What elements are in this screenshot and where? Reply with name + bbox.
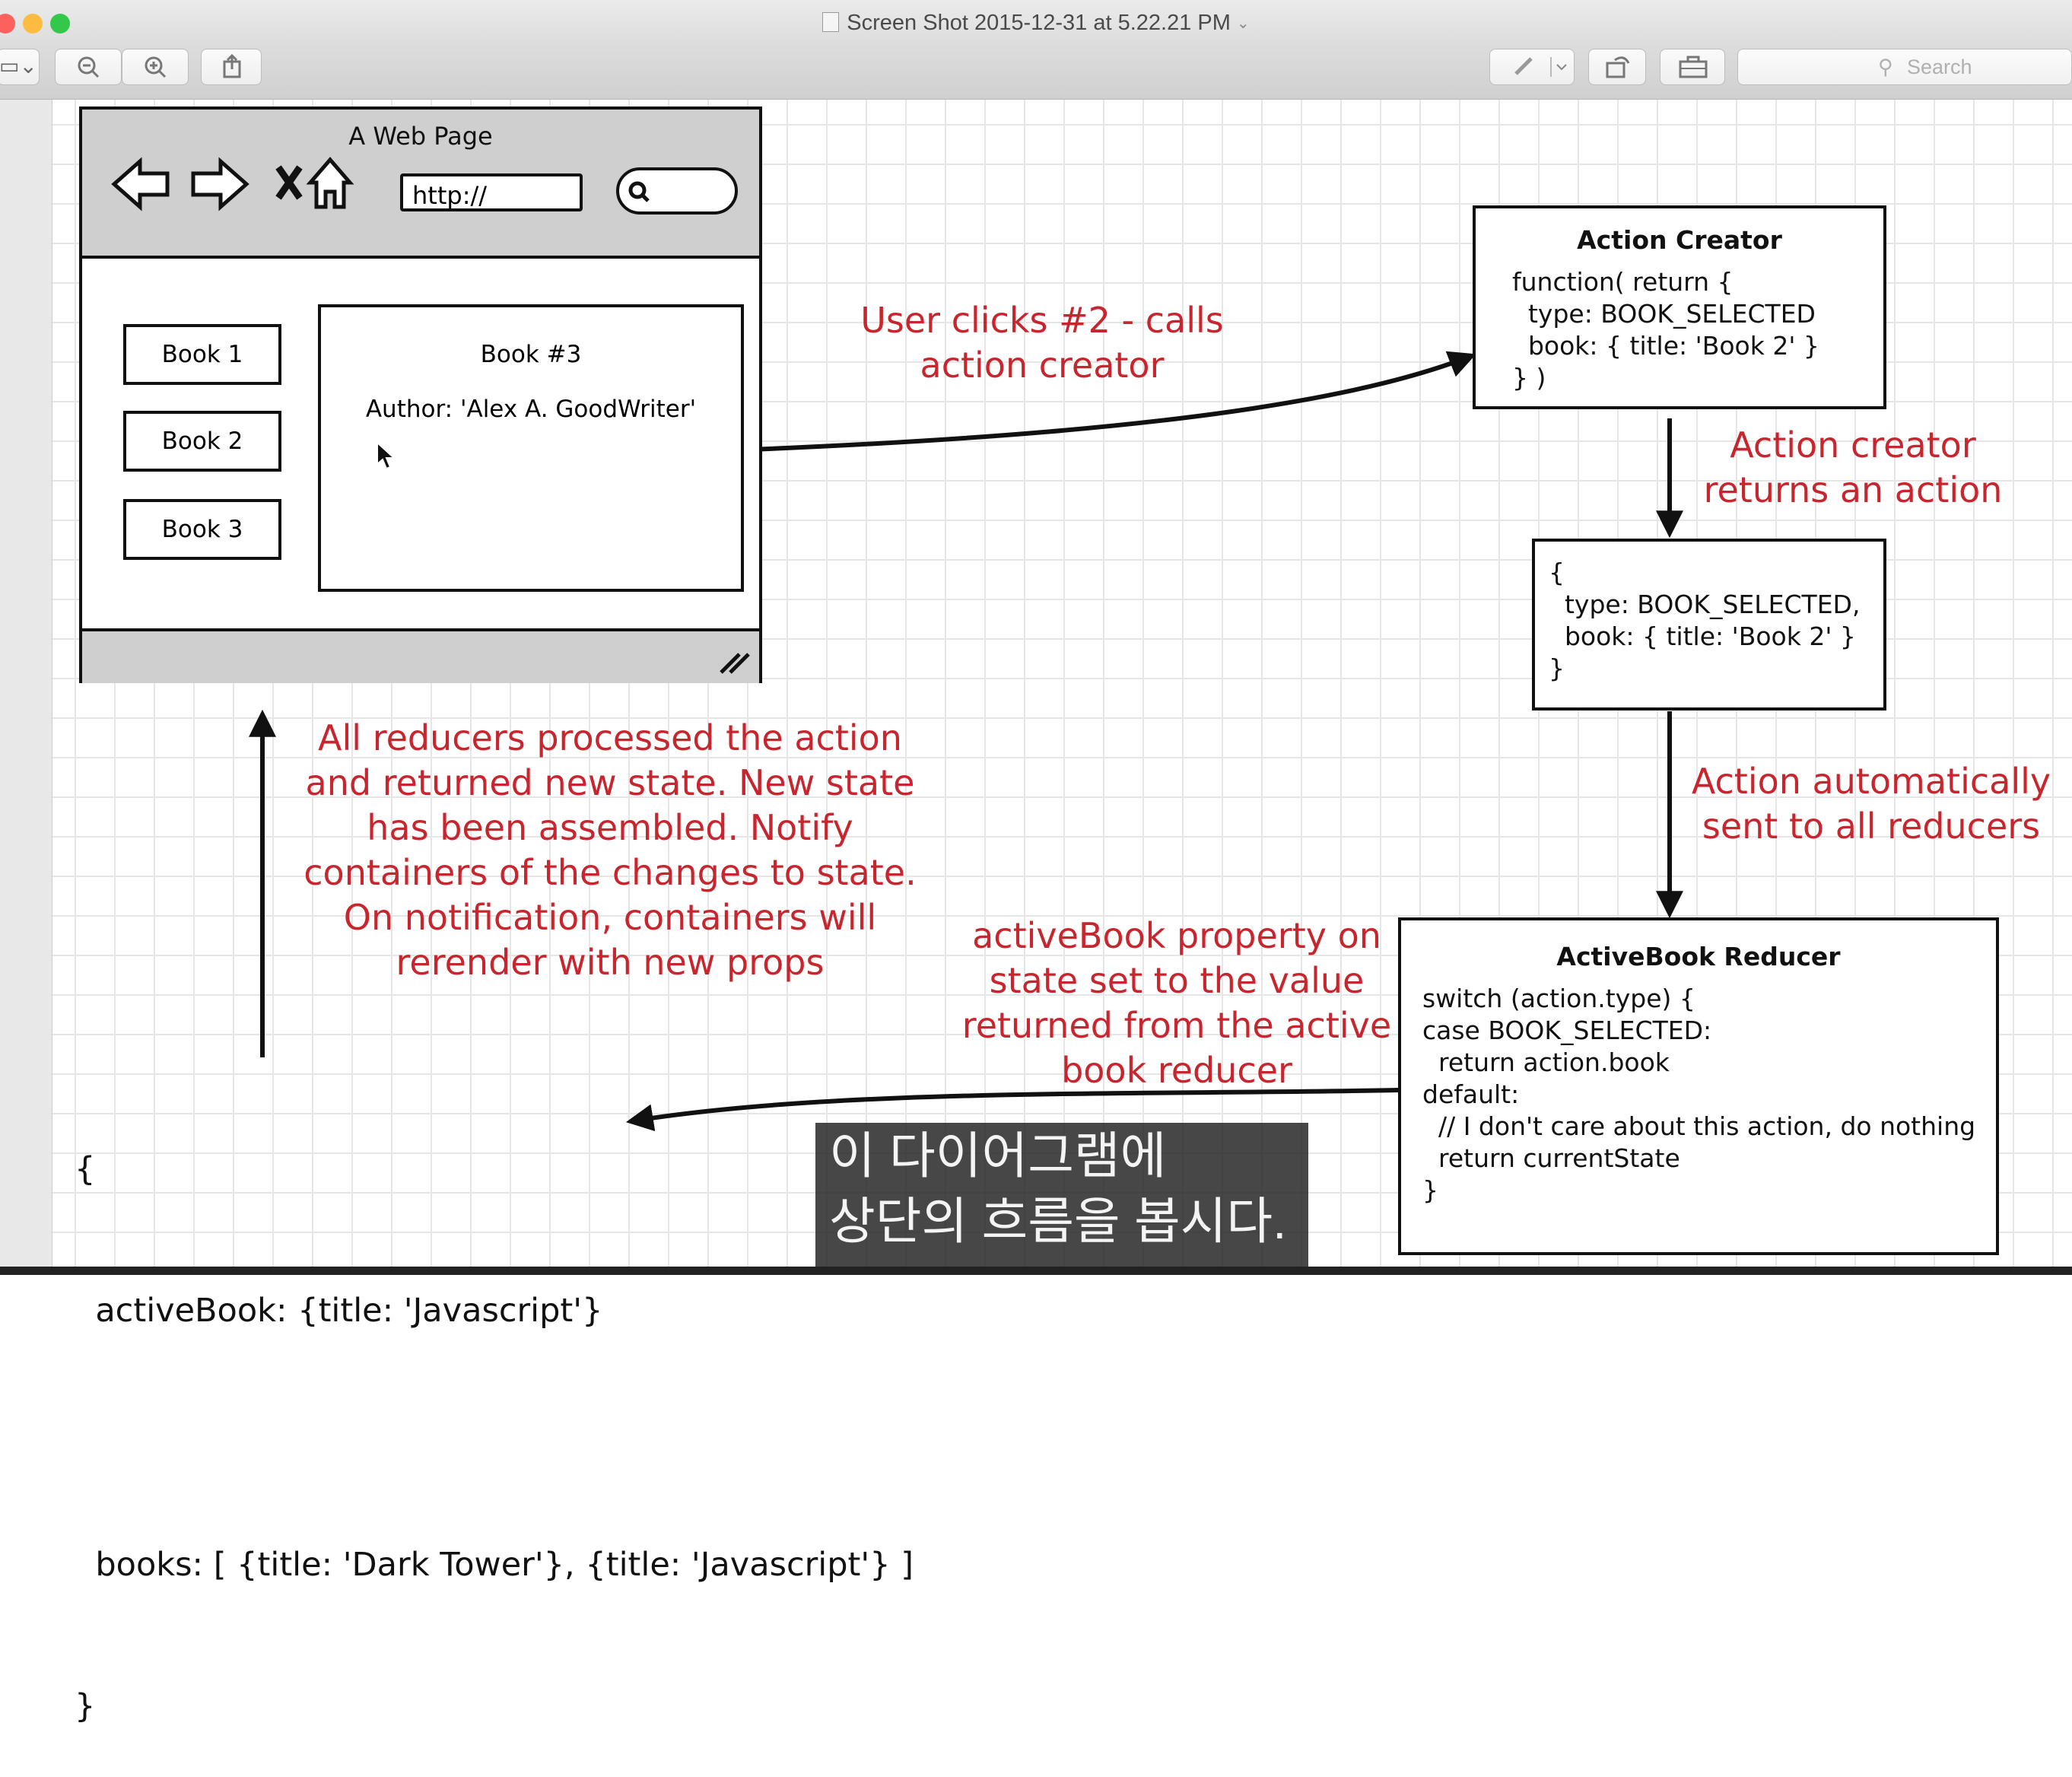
browser-chrome: A Web Page http:// <box>82 110 759 259</box>
app-state-code: { activeBook: {title: 'Javascript'} book… <box>75 1051 914 1777</box>
state-line: activeBook: {title: 'Javascript'} <box>75 1292 603 1330</box>
mouse-cursor-icon <box>377 441 396 470</box>
book-detail-author: Author: 'Alex A. GoodWriter' <box>365 396 697 423</box>
book-button-2[interactable]: Book 2 <box>123 411 281 472</box>
web-page-mockup: A Web Page http:// Book 1 Book 2 Book 3 … <box>79 106 762 683</box>
bottom-edge <box>0 1267 2072 1275</box>
subtitle-line: 상단의 흐름을 봅시다. <box>829 1193 1287 1249</box>
action-creator-title: Action Creator <box>1577 225 1782 255</box>
note-creator-returns: Action creator returns an action <box>1703 424 2003 510</box>
note-user-clicks: User clicks #2 - calls action creator <box>860 300 1224 386</box>
active-book-reducer-box: ActiveBook Reducer switch (action.type) … <box>1398 917 1999 1255</box>
reducer-code: switch (action.type) {case BOOK_SELECTED… <box>1422 984 1976 1205</box>
magnifier-icon <box>628 181 650 202</box>
action-creator-box: Action Creator function( return { type: … <box>1473 205 1886 409</box>
action-creator-code: function( return { type: BOOK_SELECTED b… <box>1512 267 1819 393</box>
note-auto-sent: Action automatically sent to all reducers <box>1691 761 2051 847</box>
action-object-box: { type: BOOK_SELECTED, book: { title: 'B… <box>1532 539 1886 710</box>
state-line: books: [ {title: 'Dark Tower'}, {title: … <box>75 1546 914 1584</box>
url-field[interactable]: http:// <box>400 173 583 211</box>
subtitle-line: 이 다이어그램에 <box>829 1127 1167 1184</box>
action-object-code: { type: BOOK_SELECTED, book: { title: 'B… <box>1549 558 1861 683</box>
note-active-book-prop: activeBook property on state set to the v… <box>961 915 1392 1091</box>
book-button-3[interactable]: Book 3 <box>123 499 281 560</box>
resize-grip-icon[interactable] <box>713 647 759 677</box>
book-detail-title: Book #3 <box>480 341 582 368</box>
reducer-title: ActiveBook Reducer <box>1556 942 1841 971</box>
book-button-1[interactable]: Book 1 <box>123 324 281 385</box>
state-line: } <box>75 1687 96 1725</box>
back-arrow-icon <box>111 157 170 211</box>
forward-arrow-icon <box>191 157 249 211</box>
video-subtitle: 이 다이어그램에 상단의 흐름을 봅시다. <box>815 1123 1308 1275</box>
browser-search-field[interactable] <box>616 167 738 215</box>
state-line: { <box>75 1150 96 1188</box>
note-all-reducers: All reducers processed the action and ret… <box>303 717 917 983</box>
browser-status-bar <box>82 628 759 683</box>
home-icon <box>306 157 354 209</box>
close-x-icon <box>275 165 303 200</box>
